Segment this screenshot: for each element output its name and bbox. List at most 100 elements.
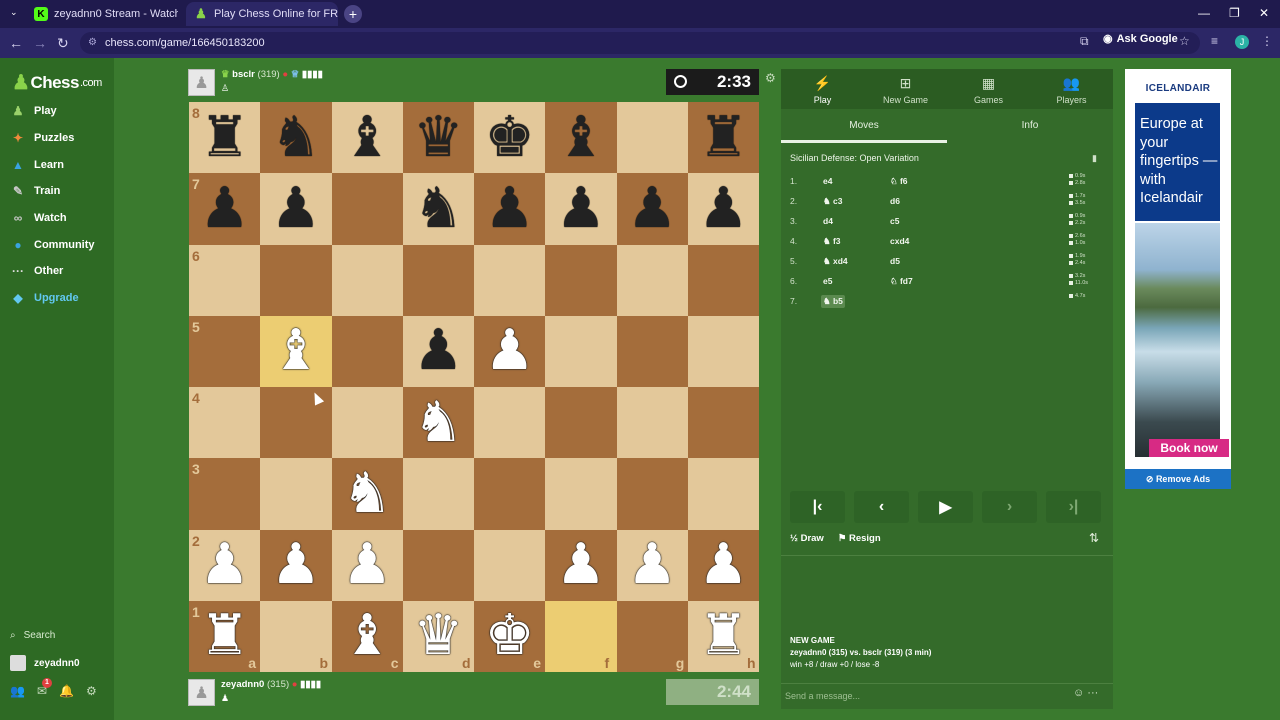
sidebar-item-upgrade[interactable]: ◆ Upgrade (10, 287, 78, 309)
square-g3[interactable] (616, 458, 688, 530)
square-d3[interactable] (402, 458, 474, 530)
black-pawn-icon[interactable]: ♟ (688, 173, 759, 244)
square-e3[interactable] (474, 458, 546, 530)
black-move[interactable]: ♘ f6 (888, 175, 910, 188)
sidebar-item-community[interactable]: ● Community (10, 234, 94, 256)
white-king-icon[interactable]: ♚ (474, 601, 545, 672)
sidebar-item-puzzles[interactable]: ✦ Puzzles (10, 127, 74, 149)
square-h4[interactable] (687, 387, 759, 459)
black-bishop-icon[interactable]: ♝ (332, 102, 403, 173)
tab-moves[interactable]: Moves (781, 113, 947, 143)
white-move[interactable]: d4 (821, 215, 835, 227)
black-rook-icon[interactable]: ♜ (688, 102, 759, 173)
white-pawn-icon[interactable]: ♟ (332, 530, 403, 601)
tab-list-icon[interactable]: ⌄ (10, 7, 18, 18)
black-move[interactable]: cxd4 (888, 235, 911, 247)
play-button[interactable]: ▶ (918, 491, 973, 523)
sidebar-search[interactable]: ⌕ Search (10, 630, 55, 641)
browser-tab-chess[interactable]: ♟ Play Chess Online for FREE - 2 I ✕ (186, 2, 338, 26)
chess-board[interactable]: 8 7 6 5 4 3 2 1 a b c d e f g h ♜ ♞ ♝ ♛ ♚ ♝ ♜ ♟ ♟ ♞ ♟ ♟ ♟ ♟ ♝ ♟ ♟ ♞ ♞ ♟ ♟ ♟ ♟ ♟… (189, 102, 759, 672)
first-move-button[interactable]: |‹ (790, 491, 845, 523)
flip-board-icon[interactable]: ⇅ (1089, 531, 1099, 545)
white-pawn-icon[interactable]: ♟ (260, 530, 331, 601)
minimize-icon[interactable]: — (1198, 6, 1210, 20)
back-arrow-icon[interactable]: ← (9, 35, 23, 51)
white-rook-icon[interactable]: ♜ (189, 601, 260, 672)
black-bishop-icon[interactable]: ♝ (545, 102, 616, 173)
white-knight-icon[interactable]: ♞ (403, 387, 474, 458)
white-move[interactable]: e4 (821, 175, 834, 187)
white-move[interactable]: e5 (821, 275, 834, 287)
white-pawn-icon[interactable]: ♟ (617, 530, 688, 601)
forward-arrow-icon[interactable]: → (33, 35, 47, 51)
white-knight-icon[interactable]: ♞ (332, 458, 403, 529)
profile-avatar[interactable]: J (1235, 35, 1249, 49)
last-move-button[interactable]: ›| (1046, 491, 1101, 523)
white-queen-icon[interactable]: ♛ (403, 601, 474, 672)
square-e4[interactable] (474, 387, 546, 459)
white-bishop-icon[interactable]: ♝ (332, 601, 403, 672)
square-e6[interactable] (474, 244, 546, 316)
black-knight-icon[interactable]: ♞ (403, 173, 474, 244)
white-move[interactable]: ♞ b5 (821, 295, 845, 308)
white-move[interactable]: ♞ xd4 (821, 255, 850, 268)
sidebar-item-watch[interactable]: ∞ Watch (10, 207, 67, 229)
black-queen-icon[interactable]: ♛ (403, 102, 474, 173)
site-info-icon[interactable]: ⚙ (88, 32, 97, 54)
bell-icon[interactable]: 🔔 (59, 684, 74, 698)
browser-tab-stream[interactable]: K zeyadnn0 Stream - Watch Live ✕ (26, 2, 178, 26)
board-settings-icon[interactable]: ⚙ (765, 71, 776, 85)
browser-menu-icon[interactable]: ⋮ (1261, 34, 1273, 48)
black-pawn-icon[interactable]: ♟ (474, 173, 545, 244)
white-pawn-icon[interactable]: ♟ (474, 316, 545, 387)
black-rook-icon[interactable]: ♜ (189, 102, 260, 173)
sidebar-user[interactable]: zeyadnn0 (10, 655, 80, 671)
reload-icon[interactable]: ↻ (57, 35, 69, 52)
url-bar[interactable]: ⚙ chess.com/game/166450183200 (80, 32, 1200, 54)
square-d2[interactable] (402, 529, 474, 601)
white-pawn-icon[interactable]: ♟ (688, 530, 759, 601)
tab-info[interactable]: Info (947, 113, 1113, 143)
settings-gear-icon[interactable]: ⚙ (86, 684, 97, 698)
book-icon[interactable]: ▮ (1092, 153, 1097, 164)
opponent-avatar[interactable]: ♟ (188, 69, 215, 96)
ask-google-button[interactable]: ◉ Ask Google (1103, 32, 1178, 46)
square-b6[interactable] (260, 244, 332, 316)
new-tab-button[interactable]: + (344, 5, 362, 23)
square-f4[interactable] (545, 387, 617, 459)
maximize-icon[interactable]: ❐ (1229, 6, 1240, 20)
white-rook-icon[interactable]: ♜ (688, 601, 759, 672)
reading-list-icon[interactable]: ≡ (1211, 34, 1218, 48)
white-bishop-icon[interactable]: ♝ (260, 316, 331, 387)
cast-icon[interactable]: ⧉ (1080, 34, 1089, 49)
square-d6[interactable] (402, 244, 474, 316)
player-avatar[interactable]: ♟ (188, 679, 215, 706)
bookmark-star-icon[interactable]: ☆ (1179, 34, 1190, 48)
black-move[interactable]: d5 (888, 255, 902, 267)
white-move[interactable]: ♞ f3 (821, 235, 843, 248)
square-g5[interactable] (616, 315, 688, 387)
tab-games[interactable]: ▦ Games (947, 69, 1030, 109)
black-move[interactable]: ♘ fd7 (888, 275, 915, 288)
messages-icon[interactable]: ✉ 1 (37, 678, 52, 698)
white-pawn-icon[interactable]: ♟ (545, 530, 616, 601)
opening-name[interactable]: Sicilian Defense: Open Variation (790, 153, 919, 163)
sidebar-item-train[interactable]: ✎ Train (10, 180, 60, 202)
draw-button[interactable]: ½ Draw (790, 533, 824, 544)
resign-button[interactable]: ⚑ Resign (838, 533, 881, 544)
book-now-button[interactable]: Book now (1149, 439, 1229, 457)
square-c4[interactable] (331, 387, 403, 459)
friends-icon[interactable]: 👥 (10, 684, 25, 698)
black-move[interactable]: c5 (888, 215, 901, 227)
sidebar-item-learn[interactable]: ▲ Learn (10, 154, 64, 176)
square-c5[interactable] (331, 315, 403, 387)
square-f5[interactable] (545, 315, 617, 387)
square-b3[interactable] (260, 458, 332, 530)
white-move[interactable]: ♞ c3 (821, 195, 844, 208)
black-pawn-icon[interactable]: ♟ (189, 173, 260, 244)
advertisement[interactable]: ICELANDAIR Europe at your fingertips — w… (1125, 69, 1231, 489)
black-king-icon[interactable]: ♚ (474, 102, 545, 173)
white-pawn-icon[interactable]: ♟ (189, 530, 260, 601)
square-c6[interactable] (331, 244, 403, 316)
square-c7[interactable] (331, 173, 403, 245)
